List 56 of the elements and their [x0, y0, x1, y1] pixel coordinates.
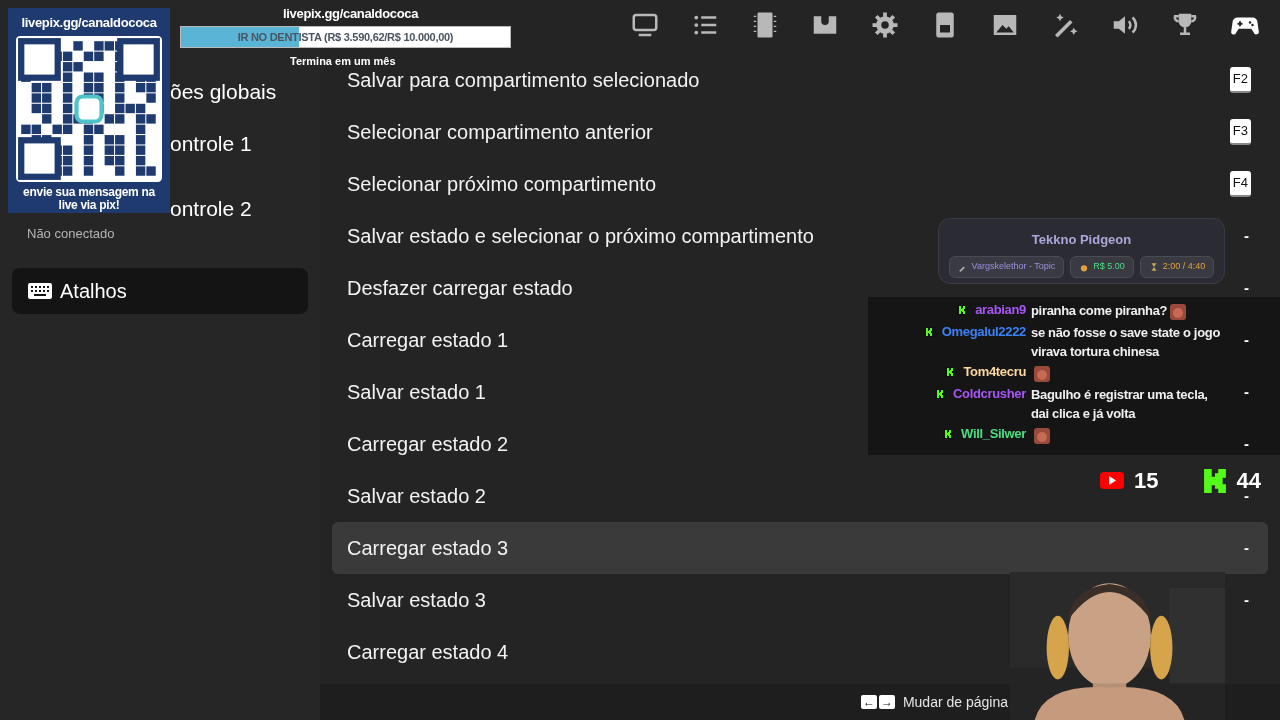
chat-username: arabian9	[975, 301, 1026, 320]
unassigned-key: -	[1244, 224, 1249, 248]
unassigned-key: -	[1244, 588, 1249, 612]
shortcut-label[interactable]: Desfazer carregar estado	[347, 273, 573, 303]
qr-code-icon	[16, 35, 162, 182]
platform-badge-icon	[957, 305, 968, 315]
chat-message: piranha come piranha?	[1031, 303, 1168, 318]
keyboard-icon	[28, 283, 52, 299]
shortcut-label[interactable]: Selecionar compartimento anterior	[347, 117, 653, 147]
shortcut-label[interactable]: Salvar estado e selecionar o próximo compartimento	[347, 221, 814, 251]
goal-url: livepix.gg/canaldococa	[283, 5, 419, 23]
chat-message: se não fosse o save state o jogo virava tortura chinesa	[1031, 325, 1220, 359]
song-title: Tekkno Pidgeon	[1031, 231, 1132, 249]
duration-chip: 2:00 / 4:40	[1139, 255, 1215, 278]
shortcut-label[interactable]: Salvar estado 2	[347, 481, 486, 511]
key-badge: F2	[1229, 67, 1251, 93]
arrow-key: →	[878, 695, 895, 709]
viewer-count: 44	[1236, 467, 1261, 495]
gear-icon[interactable]	[870, 10, 900, 40]
shortcut-label[interactable]: Carregar estado 2	[347, 429, 509, 459]
key-badge: F3	[1229, 119, 1251, 145]
shortcut-label[interactable]: Carregar estado 1	[347, 325, 509, 355]
shortcut-label[interactable]: Salvar estado 1	[347, 377, 486, 407]
kick-logo-icon	[1204, 468, 1227, 493]
chat-username: Omegalul2222	[941, 323, 1026, 342]
qr-caption: envie sua mensagem na live via pix!	[22, 185, 157, 212]
chat-username: Coldcrusher	[953, 385, 1026, 404]
unassigned-key: -	[1244, 276, 1249, 300]
platform-badge-icon	[943, 429, 954, 439]
youtube-icon	[1100, 472, 1124, 489]
donation-chip: R$ 5.00	[1070, 255, 1134, 278]
qr-url: livepix.gg/canaldococa	[21, 14, 157, 32]
platform-badge-icon	[935, 389, 945, 399]
unassigned-key: -	[1244, 380, 1249, 404]
unassigned-key: -	[1244, 536, 1249, 560]
shortcut-label[interactable]: Selecionar próximo compartimento	[347, 169, 657, 199]
unassigned-key: -	[1244, 432, 1249, 456]
artist-chip: Vargskelethor - Topic	[948, 255, 1065, 278]
platform-badge-icon	[945, 367, 956, 377]
key-badge: F4	[1229, 171, 1251, 197]
sidebar-item[interactable]: Atalhos	[12, 268, 308, 314]
viewer-count: 15	[1134, 467, 1159, 495]
sidebar-item[interactable]: ontrole 1	[170, 131, 308, 157]
highlighted-shortcut-row[interactable]: Carregar estado 3 -	[332, 522, 1268, 574]
chat-username: Tom4tecru	[963, 363, 1026, 382]
arrow-key: ←	[860, 695, 877, 709]
unassigned-key: -	[1244, 328, 1249, 352]
connection-status: Não conectado	[27, 225, 116, 244]
shortcut-label[interactable]: Salvar estado 3	[347, 585, 486, 615]
platform-badge-icon	[923, 327, 934, 337]
chat-message: Bagulho é registrar uma tecla, dai clica e já volta	[1031, 387, 1208, 421]
shortcut-label[interactable]: Carregar estado 4	[347, 637, 509, 667]
chat-username: Will_Silwer	[961, 425, 1026, 444]
sidebar-item[interactable]: ões globais	[170, 79, 308, 105]
page-hint: Mudar de página	[902, 692, 1008, 712]
sidebar-item[interactable]: ontrole 2	[170, 196, 308, 223]
